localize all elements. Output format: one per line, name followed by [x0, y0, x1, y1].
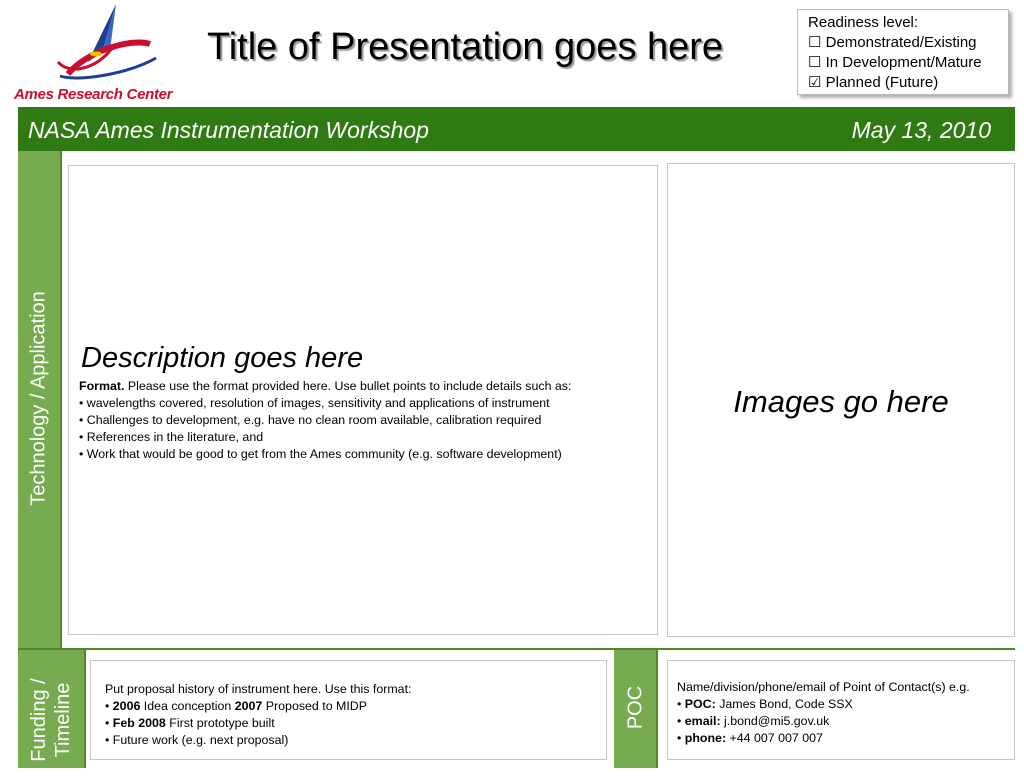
poc-field-label: email:: [684, 714, 721, 728]
timeline-label-line: Timeline: [52, 682, 74, 758]
poc-bullet: • phone: +44 007 007 007: [677, 730, 1014, 747]
readiness-box: Readiness level: ☐ Demonstrated/Existing…: [797, 9, 1009, 95]
format-label: Format.: [79, 379, 125, 393]
nasa-swoosh-icon: [56, 4, 157, 80]
funding-label-line: Funding /: [28, 678, 50, 762]
description-bullet: • Challenges to development, e.g. have n…: [79, 413, 542, 427]
checkbox-checked-icon[interactable]: ☑: [808, 74, 821, 91]
poc-field-value: +44 007 007 007: [726, 731, 823, 745]
description-box: Description goes here Format. Please use…: [68, 165, 658, 635]
funding-label: Funding / Timeline: [27, 661, 75, 779]
funding-box: Put proposal history of instrument here.…: [90, 660, 607, 760]
technology-strip: Technology / Application: [18, 151, 62, 648]
bullet-char: •: [677, 731, 685, 745]
event-name: NASA Ames Instrumentation Workshop: [28, 117, 429, 143]
readiness-label: Readiness level:: [808, 14, 919, 31]
readiness-option-label: Planned (Future): [825, 74, 939, 91]
poc-intro: Name/division/phone/email of Point of Co…: [677, 680, 970, 694]
funding-text: First prototype built: [165, 716, 275, 730]
funding-text: Idea conception: [140, 699, 235, 713]
format-text: Please use the format provided here. Use…: [124, 379, 572, 393]
funding-bullet: • Feb 2008 First prototype built: [105, 715, 606, 732]
description-bullet: • wavelengths covered, resolution of ima…: [79, 396, 550, 410]
technology-label: Technology / Application: [27, 291, 50, 506]
funding-text: Proposed to MIDP: [262, 699, 368, 713]
format-line: Format. Please use the format provided h…: [79, 378, 571, 395]
checkbox-unchecked-icon[interactable]: ☐: [808, 54, 821, 71]
description-bullet: • Work that would be good to get from th…: [79, 447, 562, 461]
readiness-option-label: Demonstrated/Existing: [825, 34, 977, 51]
bullet-char: •: [105, 716, 113, 730]
poc-field-label: phone:: [684, 731, 727, 745]
event-banner: NASA Ames Instrumentation Workshop May 1…: [18, 107, 1015, 151]
funding-bullet: • 2006 Idea conception 2007 Proposed to …: [105, 698, 606, 715]
ames-logo: Ames Research Center: [14, 4, 174, 104]
description-heading: Description goes here: [81, 342, 364, 374]
page-title: Title of Presentation goes here: [206, 26, 724, 68]
description-bullet: • References in the literature, and: [79, 430, 264, 444]
checkbox-unchecked-icon[interactable]: ☐: [808, 34, 821, 51]
funding-year: 2007: [234, 699, 263, 713]
readiness-option-label: In Development/Mature: [825, 54, 982, 71]
readiness-option-in-development[interactable]: ☐ In Development/Mature: [808, 53, 1008, 73]
event-date: May 13, 2010: [851, 117, 991, 143]
funding-year: Feb 2008: [112, 716, 166, 730]
bullet-char: •: [105, 699, 113, 713]
section-divider: [18, 648, 1015, 650]
poc-field-label: POC:: [684, 697, 716, 711]
poc-bullet: • POC: James Bond, Code SSX: [677, 696, 1014, 713]
bullet-char: •: [677, 697, 685, 711]
images-box: Images go here: [667, 163, 1015, 637]
description-body: Format. Please use the format provided h…: [79, 378, 571, 463]
funding-intro: Put proposal history of instrument here.…: [105, 682, 412, 696]
poc-field-value: j.bond@mi5.gov.uk: [720, 714, 830, 728]
readiness-option-demonstrated[interactable]: ☐ Demonstrated/Existing: [808, 33, 1008, 53]
images-placeholder: Images go here: [733, 384, 949, 419]
readiness-option-planned[interactable]: ☑ Planned (Future): [808, 73, 1008, 93]
funding-strip: Funding / Timeline: [18, 650, 86, 768]
poc-box: Name/division/phone/email of Point of Co…: [667, 660, 1015, 760]
poc-strip: POC: [614, 650, 658, 768]
org-name: Ames Research Center: [14, 86, 173, 103]
bullet-char: •: [677, 714, 685, 728]
poc-field-value: James Bond, Code SSX: [715, 697, 853, 711]
poc-bullet: • email: j.bond@mi5.gov.uk: [677, 713, 1014, 730]
funding-year: 2006: [112, 699, 141, 713]
funding-bullet: • Future work (e.g. next proposal): [105, 733, 289, 747]
poc-label: POC: [624, 685, 647, 730]
